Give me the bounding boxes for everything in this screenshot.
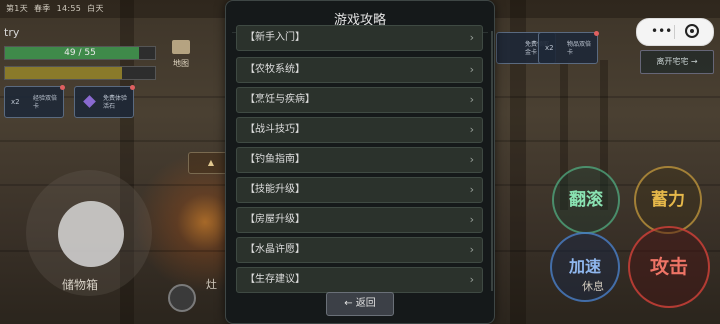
back-button[interactable]: ← 返回 [326, 292, 394, 316]
guide-item[interactable]: 【农牧系统】 › [236, 57, 483, 83]
guide-item-label: 【烹饪与疾病】 [245, 94, 315, 105]
guide-item-label: 【农牧系统】 [245, 64, 305, 75]
joystick-knob[interactable] [58, 201, 124, 267]
leave-home-button[interactable]: 离开宅宅 → [640, 50, 714, 74]
chevron-right-icon: › [469, 123, 474, 136]
stamina-fill [5, 67, 122, 79]
guide-item-label: 【战斗技巧】 [245, 124, 305, 135]
status-bar: 第1天 春季 14:55 白天 [6, 3, 110, 14]
more-icon[interactable]: ••• [651, 25, 672, 37]
map-label[interactable]: 地图 [168, 58, 194, 69]
chevron-right-icon: › [469, 183, 474, 196]
storage-label[interactable]: 储物箱 [62, 276, 98, 293]
guide-item-label: 【生存建议】 [245, 274, 305, 285]
guide-item[interactable]: 【烹饪与疾病】 › [236, 87, 483, 113]
charge-button[interactable]: 蓄力 [634, 166, 702, 234]
guide-item[interactable]: 【战斗技巧】 › [236, 117, 483, 143]
health-bar: 49 / 55 [4, 46, 156, 60]
day-counter: 第1天 [6, 4, 28, 13]
clock: 14:55 [56, 4, 82, 13]
stove-label: 灶 [206, 278, 217, 291]
guide-item[interactable]: 【水晶许愿】 › [236, 237, 483, 263]
health-text: 49 / 55 [64, 48, 96, 58]
stamina-bar [4, 66, 156, 80]
chevron-right-icon: › [469, 93, 474, 106]
avatar[interactable] [168, 284, 196, 312]
rest-label[interactable]: 休息 [582, 278, 604, 294]
chevron-right-icon: › [469, 31, 474, 44]
guide-item[interactable]: 【新手入门】 › [236, 25, 483, 51]
chevron-right-icon: › [469, 213, 474, 226]
guide-item-label: 【钓鱼指南】 [245, 154, 305, 165]
map-icon[interactable] [172, 40, 190, 54]
item-double-card[interactable]: x2 物品双倍卡 [538, 31, 599, 64]
miniprogram-capsule: ••• [636, 18, 714, 46]
guide-item[interactable]: 【房屋升级】 › [236, 207, 483, 233]
attack-button[interactable]: 攻击 [628, 226, 710, 308]
chevron-right-icon: › [469, 63, 474, 76]
guide-modal: 游戏攻略 【新手入门】 › 【农牧系统】 › 【烹饪与疾病】 › 【战斗技巧】 › 【钓鱼指南】… [225, 0, 495, 324]
roll-button[interactable]: 翻滚 [552, 166, 620, 234]
close-target-icon[interactable] [685, 24, 699, 38]
player-name: try [4, 26, 20, 39]
guide-item[interactable]: 【技能升级】 › [236, 177, 483, 203]
guide-item[interactable]: 【钓鱼指南】 › [236, 147, 483, 173]
guide-item-label: 【水晶许愿】 [245, 244, 305, 255]
guide-item[interactable]: 【生存建议】 › [236, 267, 483, 293]
exp-double-card[interactable]: x2 经验双倍卡 [4, 85, 65, 118]
chevron-right-icon: › [469, 273, 474, 286]
guide-item-label: 【技能升级】 [245, 184, 305, 195]
free-trial-card[interactable]: 免费体验活石 [74, 85, 135, 118]
chevron-right-icon: › [469, 243, 474, 256]
chevron-right-icon: › [469, 153, 474, 166]
guide-item-label: 【新手入门】 [245, 32, 305, 43]
scrollbar[interactable] [491, 31, 493, 291]
season-label: 春季 [34, 4, 51, 13]
guide-item-label: 【房屋升级】 [245, 214, 305, 225]
period-label: 白天 [87, 4, 104, 13]
